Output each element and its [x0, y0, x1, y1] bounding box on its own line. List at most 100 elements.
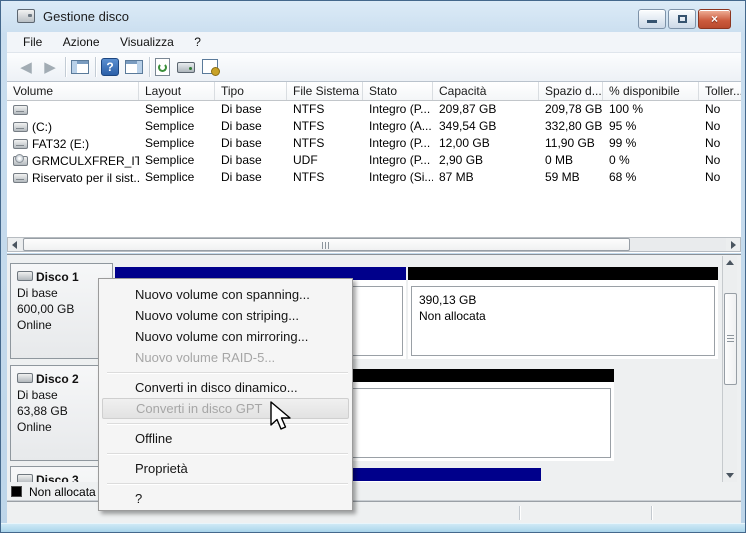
disk1-name: Disco 1 — [36, 270, 79, 284]
drive-icon — [13, 104, 28, 115]
menu-item-new-striped-volume[interactable]: Nuovo volume con striping... — [99, 305, 352, 326]
col-stato[interactable]: Stato — [363, 82, 433, 100]
menu-separator — [107, 423, 348, 424]
minimize-icon — [647, 20, 657, 23]
table-row[interactable]: FAT32 (E:) Semplice Di base NTFS Integro… — [7, 135, 741, 152]
statusbar-divider — [651, 506, 652, 520]
disk2-status: Online — [17, 420, 52, 434]
help-icon: ? — [106, 60, 114, 74]
table-row[interactable]: Semplice Di base NTFS Integro (P... 209,… — [7, 101, 741, 118]
unallocated-band — [408, 267, 718, 280]
col-volume[interactable]: Volume — [7, 82, 139, 100]
volume-table-header: Volume Layout Tipo File Sistema Stato Ca… — [7, 82, 741, 101]
toolbar-separator — [149, 57, 150, 77]
scroll-right-button[interactable] — [726, 238, 740, 251]
disk1-status: Online — [17, 318, 52, 332]
menu-item-help[interactable]: ? — [99, 488, 352, 509]
disk-icon — [17, 373, 33, 383]
menu-separator — [107, 483, 348, 484]
unallocated-size: 390,13 GB — [419, 293, 477, 307]
rescan-disk-icon — [189, 67, 192, 70]
drive-icon — [13, 138, 28, 149]
menu-file[interactable]: File — [15, 32, 50, 52]
settings-button[interactable] — [202, 59, 220, 76]
disk2-type: Di base — [17, 388, 58, 402]
disk1-size: 600,00 GB — [17, 302, 75, 316]
show-console-tree-button[interactable] — [71, 60, 89, 74]
horizontal-scroll-thumb[interactable] — [23, 238, 630, 251]
forward-arrow-icon: ▶ — [44, 59, 56, 76]
scroll-grip-icon — [321, 242, 331, 249]
disk-icon — [17, 474, 33, 482]
toolbar-separator — [95, 57, 96, 77]
menu-item-new-raid5-volume: Nuovo volume RAID-5... — [135, 350, 276, 365]
menu-item-convert-to-gpt-disk: Converti in disco GPT — [102, 398, 349, 419]
disk2-name: Disco 2 — [36, 372, 79, 386]
vertical-scrollbar[interactable] — [722, 256, 737, 482]
menu-item-new-spanned-volume[interactable]: Nuovo volume con spanning... — [99, 284, 352, 305]
scroll-up-icon — [726, 260, 734, 265]
refresh-button[interactable] — [155, 58, 170, 76]
maximize-icon — [678, 15, 687, 23]
table-row[interactable]: GRMCULXFRER_IT... Semplice Di base UDF I… — [7, 152, 741, 169]
menu-separator — [107, 372, 348, 373]
vertical-scroll-thumb[interactable] — [724, 293, 737, 385]
action-pane-icon — [137, 61, 142, 73]
menu-item-properties[interactable]: Proprietà — [99, 458, 352, 479]
back-button[interactable]: ◀ — [15, 57, 37, 78]
titlebar[interactable]: Gestione disco × — [1, 1, 745, 32]
scroll-up-button[interactable] — [723, 256, 737, 270]
close-icon: × — [710, 12, 718, 26]
col-tipo[interactable]: Tipo — [215, 82, 287, 100]
col-disponibile[interactable]: % disponibile — [603, 82, 699, 100]
close-button[interactable]: × — [698, 9, 731, 29]
menu-visualizza[interactable]: Visualizza — [112, 32, 182, 52]
table-row[interactable]: Riservato per il sist... Semplice Di bas… — [7, 169, 741, 186]
unallocated-label: Non allocata — [419, 309, 486, 323]
menu-help[interactable]: ? — [186, 32, 209, 52]
disk2-size: 63,88 GB — [17, 404, 68, 418]
help-button[interactable]: ? — [101, 58, 119, 76]
legend-unallocated-label: Non allocata — [29, 485, 96, 499]
rescan-disks-button[interactable] — [177, 62, 195, 73]
menu-item-convert-to-dynamic-disk[interactable]: Converti in disco dinamico... — [99, 377, 352, 398]
volume-list-pane: Volume Layout Tipo File Sistema Stato Ca… — [7, 82, 741, 253]
scroll-down-button[interactable] — [723, 468, 737, 482]
statusbar-divider — [519, 506, 520, 520]
col-layout[interactable]: Layout — [139, 82, 215, 100]
scroll-left-button[interactable] — [8, 238, 22, 251]
optical-drive-icon — [13, 153, 28, 166]
drive-icon — [13, 172, 28, 183]
forward-button[interactable]: ▶ — [39, 57, 61, 78]
menu-item-offline[interactable]: Offline — [99, 428, 352, 449]
unallocated-color-swatch — [11, 486, 22, 497]
scroll-left-icon — [12, 241, 17, 249]
console-tree-icon — [72, 61, 77, 73]
scroll-grip-icon — [727, 335, 734, 344]
menu-item-new-mirrored-volume[interactable]: Nuovo volume con mirroring... — [99, 326, 352, 347]
show-action-pane-button[interactable] — [125, 60, 143, 74]
col-tolleranza[interactable]: Toller... — [699, 82, 741, 100]
horizontal-scrollbar[interactable] — [7, 237, 741, 252]
toolbar: ◀ ▶ ? — [7, 53, 741, 82]
menubar: File Azione Visualizza ? — [7, 32, 741, 53]
table-row[interactable]: (C:) Semplice Di base NTFS Integro (A...… — [7, 118, 741, 135]
disk-context-menu: Nuovo volume con spanning... Nuovo volum… — [98, 278, 353, 511]
window-bottom-border — [1, 523, 745, 532]
window-title: Gestione disco — [43, 9, 129, 24]
disk1-type: Di base — [17, 286, 58, 300]
menu-separator — [107, 453, 348, 454]
menu-azione[interactable]: Azione — [55, 32, 108, 52]
col-capacita[interactable]: Capacità — [433, 82, 539, 100]
toolbar-separator — [65, 57, 66, 77]
scroll-down-icon — [726, 473, 734, 478]
maximize-button[interactable] — [668, 9, 696, 29]
drive-icon — [13, 121, 28, 132]
disk1-unallocated-region[interactable]: 390,13 GB Non allocata — [408, 267, 718, 359]
minimize-button[interactable] — [638, 9, 666, 29]
disk-icon — [17, 271, 33, 281]
col-filesystem[interactable]: File Sistema — [287, 82, 363, 100]
scroll-right-icon — [731, 241, 736, 249]
refresh-icon — [158, 63, 167, 72]
col-spazio[interactable]: Spazio d... — [539, 82, 603, 100]
